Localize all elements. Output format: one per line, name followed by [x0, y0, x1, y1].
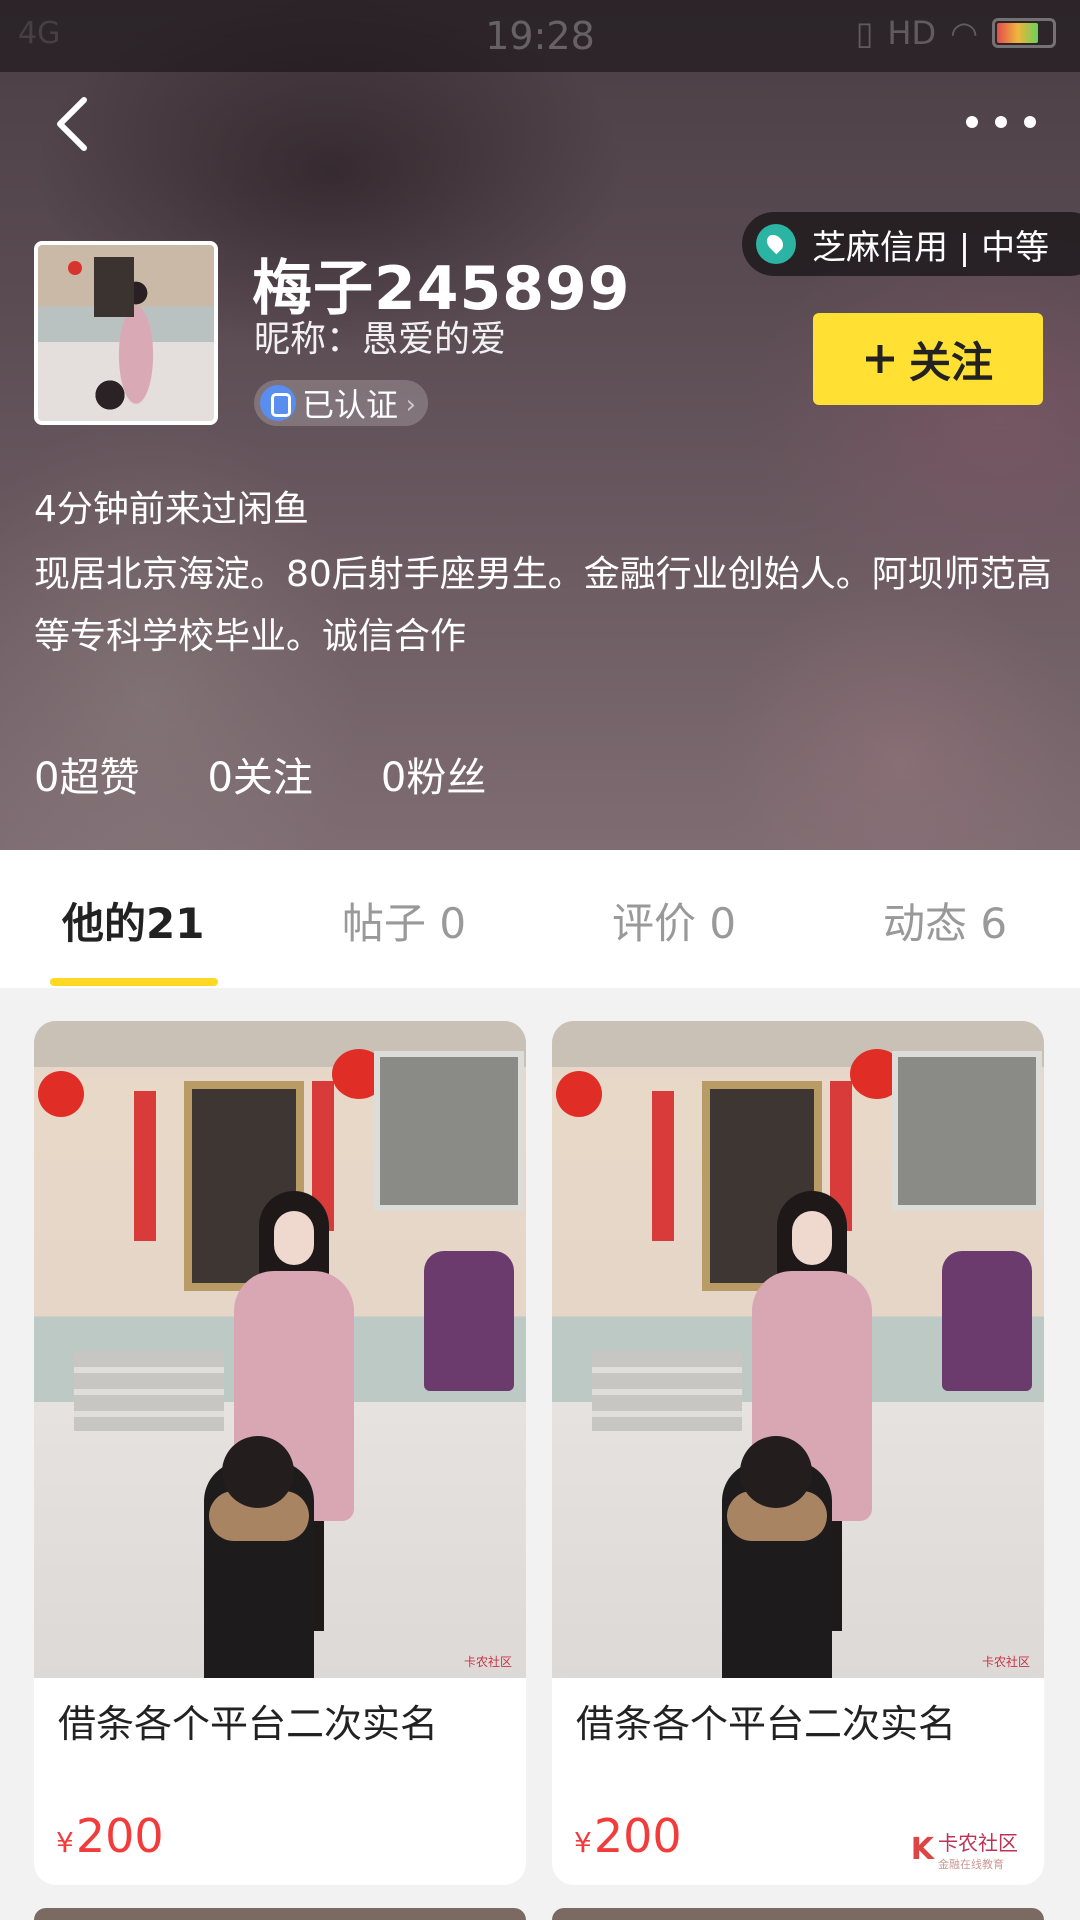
credit-badge[interactable]: 芝麻信用 | 中等: [742, 212, 1080, 276]
currency-symbol: ¥: [56, 1826, 74, 1859]
tab-reviews[interactable]: 评价 0: [612, 890, 736, 951]
price-value: 200: [75, 1809, 164, 1863]
nickname: 昵称：愚爱的爱: [254, 319, 507, 360]
wifi-icon: ◠: [950, 14, 978, 52]
chevron-left-icon: [57, 97, 87, 151]
item-card[interactable]: 卡农社区 借条各个平台二次实名 ¥200: [34, 1021, 526, 1885]
stats-row: 0超赞 0关注 0粉丝: [34, 745, 486, 803]
plus-icon: [865, 345, 894, 373]
logo-text: 卡农社区: [938, 1831, 1018, 1855]
logo-subtext: 金融在线教育: [938, 1858, 1004, 1871]
item-price: ¥200: [56, 1809, 164, 1863]
tab-activity[interactable]: 动态 6: [883, 890, 1007, 951]
vibrate-icon: ▯: [855, 14, 874, 52]
item-price: ¥200: [574, 1809, 682, 1863]
chevron-right-icon: ›: [405, 390, 417, 420]
more-dot-icon: [995, 116, 1007, 128]
item-title: 借条各个平台二次实名: [58, 1702, 439, 1746]
item-title: 借条各个平台二次实名: [576, 1702, 957, 1746]
image-watermark: 卡农社区: [981, 1655, 1030, 1669]
avatar[interactable]: [34, 241, 218, 425]
last-visit-text: 4分钟前来过闲鱼: [34, 489, 309, 530]
more-dot-icon: [1024, 116, 1036, 128]
item-image: 卡农社区: [34, 1021, 526, 1678]
tab-posts[interactable]: 帖子 0: [342, 890, 466, 951]
bio-text: 现居北京海淀。80后射手座男生。金融行业创始人。阿坝师范高等专科学校毕业。诚信合…: [34, 554, 1052, 657]
hd-indicator: HD: [887, 14, 937, 52]
back-button[interactable]: [44, 92, 104, 156]
credit-label: 芝麻信用 | 中等: [812, 227, 1050, 268]
stat-likes[interactable]: 0超赞: [34, 745, 139, 803]
more-dot-icon: [966, 116, 978, 128]
more-button[interactable]: [966, 102, 1036, 142]
tab-items[interactable]: 他的21: [62, 890, 204, 951]
verified-badge[interactable]: 已认证 ›: [254, 380, 429, 426]
watermark-logo: K 卡农社区 金融在线教育: [911, 1827, 1018, 1872]
image-watermark: 卡农社区: [463, 1655, 512, 1669]
item-card-peek: [34, 1908, 526, 1920]
price-value: 200: [593, 1809, 682, 1863]
shield-user-icon: [260, 385, 296, 421]
tab-indicator: [50, 978, 218, 986]
currency-symbol: ¥: [574, 1826, 592, 1859]
item-card[interactable]: 卡农社区 借条各个平台二次实名 ¥200 K 卡农社区 金融在线教育: [552, 1021, 1044, 1885]
battery-icon: [992, 18, 1056, 48]
follow-button[interactable]: 关注: [813, 313, 1043, 405]
status-bar: 4G 19:28 ▯ HD ◠: [0, 0, 1080, 72]
stat-followers[interactable]: 0粉丝: [381, 745, 486, 803]
profile-header: 4G 19:28 ▯ HD ◠ 梅子245899 昵称：愚爱的爱 已认证 › 芝…: [0, 0, 1080, 850]
stat-following[interactable]: 0关注: [207, 745, 312, 803]
kanong-logo-icon: K: [910, 1832, 934, 1867]
status-icons: ▯ HD ◠: [856, 14, 1056, 52]
sesame-credit-icon: [756, 224, 796, 264]
tab-bar: 他的21 帖子 0 评价 0 动态 6: [0, 850, 1080, 988]
follow-label: 关注: [908, 337, 993, 387]
item-image: 卡农社区: [552, 1021, 1044, 1678]
verified-label: 已认证: [302, 386, 399, 424]
item-card-peek: [552, 1908, 1044, 1920]
